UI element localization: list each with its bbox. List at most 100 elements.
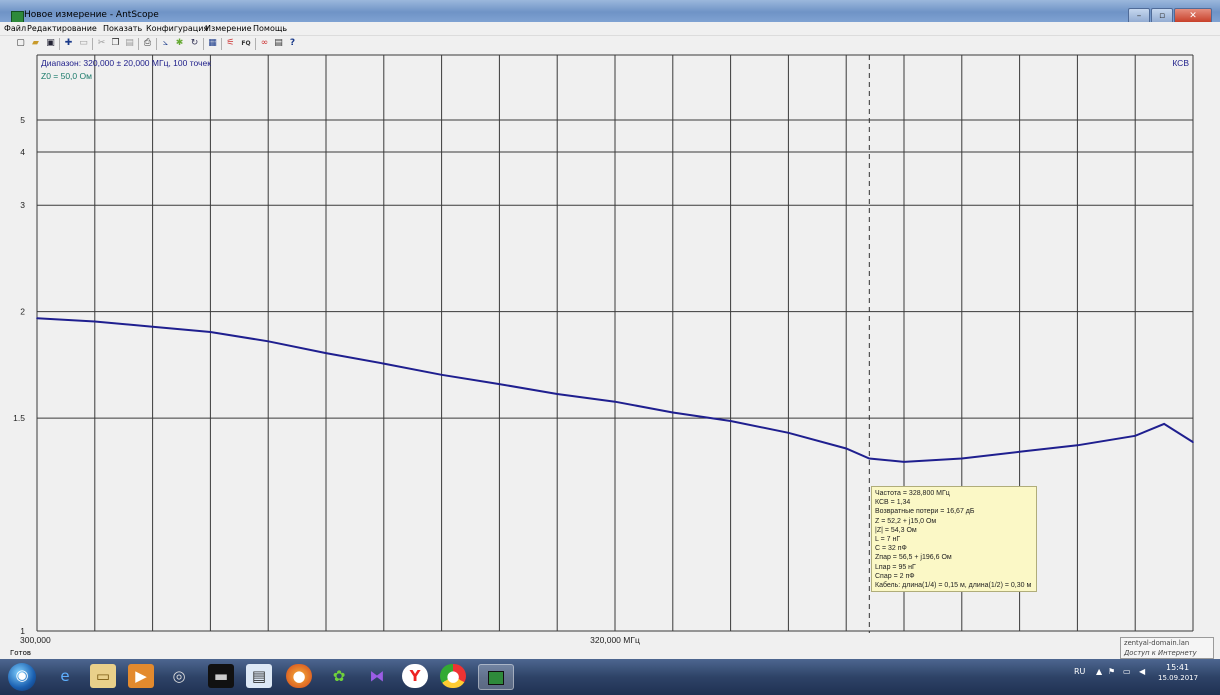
plot-z0-label: Z0 = 50,0 Ом bbox=[41, 71, 92, 81]
visual-studio-icon[interactable]: ⧓ bbox=[364, 664, 390, 688]
menu-measurement[interactable]: Измерение bbox=[205, 23, 252, 34]
refresh-icon[interactable]: ↻ bbox=[189, 38, 200, 49]
add-icon[interactable]: ✚ bbox=[63, 38, 74, 49]
toolbar-separator bbox=[221, 38, 222, 50]
x-axis-ticks: 300,000320,000 МГц340,000 bbox=[20, 635, 1193, 645]
clock-time[interactable]: 15:41 bbox=[1166, 663, 1189, 672]
toolbar-separator bbox=[203, 38, 204, 50]
plot-range-label: Диапазон: 320,000 ± 20,000 МГц, 100 точе… bbox=[41, 58, 211, 68]
table-icon[interactable]: ▦ bbox=[207, 38, 218, 49]
chrome-icon[interactable]: ● bbox=[440, 664, 466, 688]
swr-chart-icon[interactable]: ⦣ bbox=[160, 38, 171, 49]
start-orb-icon[interactable]: ◉ bbox=[8, 663, 36, 691]
terminal-icon[interactable]: ▬ bbox=[208, 664, 234, 688]
infinity-icon[interactable]: ∞ bbox=[259, 38, 270, 49]
notepad-icon[interactable]: ▤ bbox=[246, 664, 272, 688]
printer-settings-icon[interactable]: ▤ bbox=[273, 38, 284, 49]
swr-data-point bbox=[845, 447, 847, 450]
swr-data-point bbox=[961, 457, 963, 460]
window-title: Новое измерение - AntScope bbox=[24, 10, 159, 20]
cut-icon[interactable]: ✂ bbox=[96, 38, 107, 49]
menu-bar: Файл Редактирование Показать Конфигураци… bbox=[0, 22, 1220, 36]
tooltip-impedance-magnitude: |Z| = 54,3 Ом bbox=[875, 526, 917, 534]
flag-icon[interactable]: ⚑ bbox=[1108, 667, 1115, 676]
swr-data-point bbox=[498, 383, 501, 385]
swr-data-point bbox=[1192, 441, 1194, 443]
tray-expand-icon[interactable]: ▲ bbox=[1096, 667, 1102, 676]
swr-data-point bbox=[614, 400, 616, 403]
antscope-icon[interactable] bbox=[478, 664, 514, 690]
swr-data-point bbox=[729, 420, 732, 422]
delete-icon[interactable]: ▭ bbox=[78, 38, 89, 49]
antenna-icon[interactable]: ⚟ bbox=[225, 38, 236, 49]
menu-edit[interactable]: Редактирование bbox=[27, 23, 97, 34]
swr-data-point bbox=[787, 431, 790, 434]
firefox-icon[interactable]: ● bbox=[286, 664, 312, 688]
network-notification[interactable]: zentyal-domain.lan Доступ к Интернету bbox=[1120, 637, 1214, 659]
swr-data-point bbox=[36, 317, 38, 319]
network-icon[interactable]: ▭ bbox=[1123, 667, 1131, 676]
y-tick-label: 3 bbox=[20, 200, 25, 210]
volume-icon[interactable]: ◀ bbox=[1139, 667, 1145, 676]
toolbar-separator bbox=[92, 38, 93, 50]
status-text: Готов bbox=[10, 649, 32, 657]
tooltip-parallel-capacitance: Cпар = 2 пФ bbox=[875, 572, 915, 580]
save-icon[interactable]: ▣ bbox=[45, 38, 56, 49]
media-player-icon[interactable]: ▶ bbox=[128, 664, 154, 688]
new-file-icon[interactable]: ▢ bbox=[15, 38, 26, 49]
y-tick-label: 5 bbox=[20, 115, 25, 125]
open-folder-icon[interactable]: ▰ bbox=[30, 38, 41, 49]
ie-icon[interactable]: e bbox=[52, 664, 78, 688]
y-tick-label: 4 bbox=[20, 147, 25, 157]
marker-tooltip: Частота = 328,800 МГц КСВ = 1,34 Возврат… bbox=[871, 486, 1037, 592]
swr-data-point bbox=[325, 352, 327, 354]
swr-data-point bbox=[267, 340, 270, 343]
x-tick-label: 320,000 МГц bbox=[590, 635, 640, 645]
language-indicator[interactable]: RU bbox=[1074, 667, 1085, 676]
tooltip-swr: КСВ = 1,34 bbox=[875, 499, 911, 507]
swr-data-point bbox=[383, 362, 385, 365]
x-tick-label: 300,000 bbox=[20, 635, 51, 645]
toolbar: ▢ ▰ ▣ ✚ ▭ ✂ ❐ ▤ ⎙ ⦣ ✱ ↻ ▦ ⚟ FQ ∞ ▤ ? bbox=[0, 36, 1220, 54]
print-icon[interactable]: ⎙ bbox=[142, 38, 153, 49]
toolbar-separator bbox=[59, 38, 60, 50]
menu-file[interactable]: Файл bbox=[4, 23, 26, 34]
fq-icon[interactable]: FQ bbox=[239, 38, 253, 49]
explorer-icon[interactable]: ▭ bbox=[90, 664, 116, 688]
copy-icon[interactable]: ❐ bbox=[110, 38, 121, 49]
gear-app-icon[interactable]: ✿ bbox=[326, 664, 352, 688]
menu-view[interactable]: Показать bbox=[103, 23, 142, 34]
help-icon[interactable]: ? bbox=[287, 38, 298, 49]
toolbar-separator bbox=[138, 38, 139, 50]
y-tick-label: 1.5 bbox=[13, 413, 25, 423]
swr-data-point bbox=[1076, 444, 1079, 447]
swr-data-point bbox=[903, 461, 905, 463]
tooltip-cable-length: Кабель: длина(1/4) = 0,15 м, длина(1/2) … bbox=[875, 582, 1032, 590]
plot-area[interactable]: 54321.51 300,000320,000 МГц340,000 Диапа… bbox=[0, 53, 1220, 650]
window-controls: – ▫ ✕ bbox=[1127, 8, 1212, 24]
y-tick-label: 2 bbox=[20, 307, 25, 317]
tooltip-capacitance: C = 32 пФ bbox=[875, 545, 907, 553]
tooltip-parallel-impedance: Zпар = 56,5 + j196,6 Ом bbox=[875, 554, 952, 562]
camera-icon[interactable]: ◎ bbox=[166, 664, 192, 688]
network-status: Доступ к Интернету bbox=[1124, 649, 1197, 657]
tooltip-frequency: Частота = 328,800 МГц bbox=[875, 490, 950, 497]
tooltip-return-loss: Возвратные потери = 16,67 дБ bbox=[875, 508, 975, 516]
paste-icon[interactable]: ▤ bbox=[124, 38, 135, 49]
smith-chart-icon[interactable]: ✱ bbox=[174, 38, 185, 49]
menu-configuration[interactable]: Конфигурация bbox=[146, 23, 208, 34]
menu-help[interactable]: Помощь bbox=[253, 23, 287, 34]
clock-date[interactable]: 15.09.2017 bbox=[1158, 674, 1198, 682]
taskbar: ◉ e ▭ ▶ ◎ ▬ ▤ ● ✿ ⧓ Y ● RU ▲ ⚑ ▭ ◀ 15:41… bbox=[0, 659, 1220, 695]
swr-data-point bbox=[556, 393, 558, 395]
swr-data-point bbox=[1018, 450, 1021, 453]
swr-chart[interactable]: 54321.51 300,000320,000 МГц340,000 Диапа… bbox=[0, 53, 1220, 650]
y-axis-ticks: 54321.51 bbox=[13, 115, 25, 636]
status-bar: Готов bbox=[0, 649, 1220, 659]
swr-data-point bbox=[209, 331, 212, 333]
yandex-icon[interactable]: Y bbox=[402, 664, 428, 688]
swr-data-point bbox=[94, 320, 96, 323]
swr-data-point bbox=[1134, 435, 1136, 437]
swr-data-point bbox=[151, 325, 154, 328]
swr-data-point bbox=[868, 457, 871, 460]
